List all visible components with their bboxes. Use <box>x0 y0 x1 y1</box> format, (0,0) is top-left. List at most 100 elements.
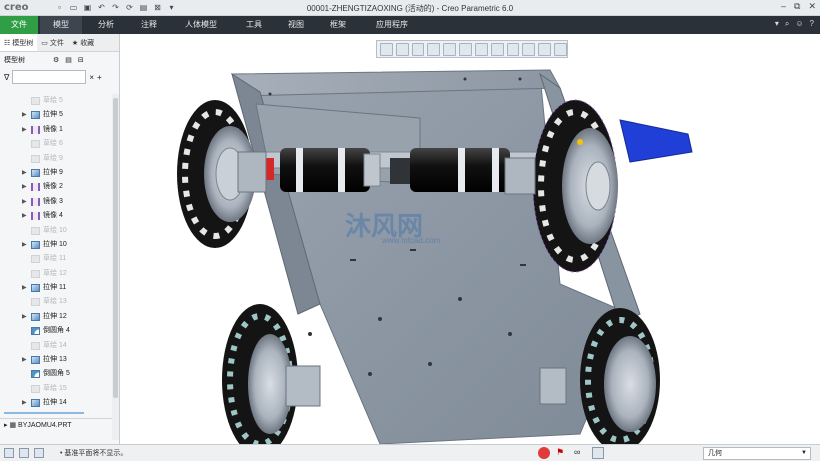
graphics-area[interactable]: 沐风网 www.mfcad.com <box>120 34 820 444</box>
customize-qat-icon[interactable]: ▾ <box>166 2 177 13</box>
datum-display-icon[interactable] <box>522 42 536 56</box>
tree-item[interactable]: ▶ 拉伸 12 <box>0 310 112 324</box>
full-screen-icon[interactable] <box>34 448 44 458</box>
tree-item[interactable]: ▶ 拉伸 10 <box>0 238 112 252</box>
tree-header-label: 模型树 <box>4 57 25 64</box>
tab-framework[interactable]: 框架 <box>320 16 356 34</box>
named-views-icon[interactable] <box>443 42 457 56</box>
tree-item[interactable]: ▶ 拉伸 14 <box>0 396 112 410</box>
tree-h-scrollbar[interactable] <box>4 410 112 416</box>
add-icon[interactable]: + <box>97 73 102 82</box>
tree-item[interactable]: 倒圆角 5 <box>0 367 112 381</box>
annotation-display-icon[interactable] <box>538 42 552 56</box>
expand-arrow-icon[interactable]: ▶ <box>22 353 27 367</box>
spin-center-icon[interactable] <box>554 42 567 56</box>
filter-icon[interactable]: ∇ <box>4 73 9 82</box>
zoom-out-icon[interactable] <box>411 42 425 56</box>
view-manager-icon[interactable] <box>490 42 504 56</box>
h-scrollbar-thumb[interactable] <box>4 412 84 414</box>
regenerate-icon[interactable]: ⟳ <box>124 2 135 13</box>
scrollbar-thumb[interactable] <box>113 98 118 398</box>
selection-filter-select[interactable]: 几何 ▼ <box>703 447 811 460</box>
window-icon[interactable]: ▤ <box>138 2 149 13</box>
zoom-in-icon[interactable] <box>395 42 409 56</box>
expand-arrow-icon[interactable]: ▶ <box>22 123 27 137</box>
part-row[interactable]: ▸ ▦ BYJAOMU4.PRT <box>0 418 112 432</box>
tree-item[interactable]: ▶ 镜像 4 <box>0 209 112 223</box>
expand-arrow-icon[interactable]: ▶ <box>22 180 27 194</box>
smart-select-icon[interactable] <box>592 447 604 459</box>
tree-item[interactable]: 倒圆角 4 <box>0 324 112 338</box>
settings-icon[interactable]: ⚙ <box>53 56 59 64</box>
columns-icon[interactable]: ▤ <box>65 56 72 64</box>
filter-row: ∇ × + <box>0 68 119 86</box>
expand-arrow-icon[interactable]: ▶ <box>22 195 27 209</box>
robot-chassis-model <box>177 69 693 444</box>
help-icon[interactable]: ? <box>810 19 814 29</box>
tab-applications[interactable]: 应用程序 <box>366 16 418 34</box>
undo-icon[interactable]: ↶ <box>96 2 107 13</box>
expand-arrow-icon[interactable]: ▶ <box>22 238 27 252</box>
tab-files[interactable]: ▭ 文件 <box>37 34 68 51</box>
tab-model[interactable]: 模型 <box>40 16 82 34</box>
window-controls: – ⧉ ✕ <box>781 1 816 12</box>
tab-analysis[interactable]: 分析 <box>86 16 126 34</box>
tree-scrollbar[interactable] <box>112 94 119 440</box>
community-icon[interactable]: ☺ <box>795 19 803 29</box>
tree-item[interactable]: ▶ 镜像 2 <box>0 180 112 194</box>
expand-arrow-icon[interactable]: ▶ <box>22 281 27 295</box>
refit-icon[interactable] <box>380 42 393 56</box>
clear-filter-icon[interactable]: × <box>89 73 94 82</box>
tree-item[interactable]: 草绘 6 <box>0 137 112 151</box>
save-icon[interactable]: ▣ <box>82 2 93 13</box>
grid-icon[interactable] <box>4 448 14 458</box>
mirror-icon <box>31 197 40 206</box>
search-help-icon[interactable]: ⌕ <box>785 19 789 29</box>
tree-filter-input[interactable] <box>12 70 87 84</box>
tab-tools[interactable]: 工具 <box>236 16 272 34</box>
close-button[interactable]: ✕ <box>808 1 816 12</box>
tree-item[interactable]: 草绘 14 <box>0 339 112 353</box>
binoculars-icon[interactable]: ∞ <box>574 447 586 459</box>
watermark-url: www.mfcad.com <box>382 236 441 245</box>
close-window-icon[interactable]: ⊠ <box>152 2 163 13</box>
tree-item[interactable]: ▶ 拉伸 13 <box>0 353 112 367</box>
tree-item[interactable]: 草绘 13 <box>0 295 112 309</box>
pin-icon[interactable]: ⊟ <box>78 56 84 64</box>
open-file-icon[interactable]: ▭ <box>68 2 79 13</box>
minimize-button[interactable]: – <box>781 1 786 12</box>
tree-item[interactable]: 草绘 12 <box>0 267 112 281</box>
tab-model-tree[interactable]: ☷ 模型树 <box>0 34 38 51</box>
repaint-icon[interactable] <box>427 42 441 56</box>
tree-item[interactable]: ▶ 拉伸 5 <box>0 108 112 122</box>
tab-manikin[interactable]: 人体模型 <box>170 16 232 34</box>
flag-icon[interactable]: ⚑ <box>556 447 568 459</box>
regen-status-icon[interactable] <box>538 447 550 459</box>
perspective-icon[interactable] <box>506 42 520 56</box>
tree-item[interactable]: ▶ 镜像 3 <box>0 195 112 209</box>
expand-arrow-icon[interactable]: ▶ <box>22 396 27 410</box>
tree-item[interactable]: ▶ 镜像 1 <box>0 123 112 137</box>
new-file-icon[interactable]: ▫ <box>54 2 65 13</box>
tree-item[interactable]: 草绘 10 <box>0 224 112 238</box>
tab-view[interactable]: 视图 <box>278 16 314 34</box>
ribbon-options-icon[interactable]: ▾ <box>775 19 779 29</box>
tree-item[interactable]: 草绘 15 <box>0 382 112 396</box>
tree-item[interactable]: 草绘 9 <box>0 152 112 166</box>
tree-item[interactable]: ▶ 拉伸 11 <box>0 281 112 295</box>
message-log-icon[interactable] <box>19 448 29 458</box>
expand-arrow-icon[interactable]: ▶ <box>22 108 27 122</box>
display-style-icon[interactable] <box>459 42 472 56</box>
tree-item[interactable]: 草绘 5 <box>0 94 112 108</box>
expand-arrow-icon[interactable]: ▶ <box>22 209 27 223</box>
saved-orientations-icon[interactable] <box>474 42 488 56</box>
tab-file[interactable]: 文件 <box>0 16 38 34</box>
expand-arrow-icon[interactable]: ▶ <box>22 310 27 324</box>
tree-item[interactable]: ▶ 拉伸 9 <box>0 166 112 180</box>
tab-annotate[interactable]: 注释 <box>130 16 168 34</box>
redo-icon[interactable]: ↷ <box>110 2 121 13</box>
tab-favorites[interactable]: ★ 收藏 <box>68 34 98 51</box>
expand-arrow-icon[interactable]: ▶ <box>22 166 27 180</box>
tree-item[interactable]: 草绘 11 <box>0 252 112 266</box>
restore-button[interactable]: ⧉ <box>794 1 800 12</box>
